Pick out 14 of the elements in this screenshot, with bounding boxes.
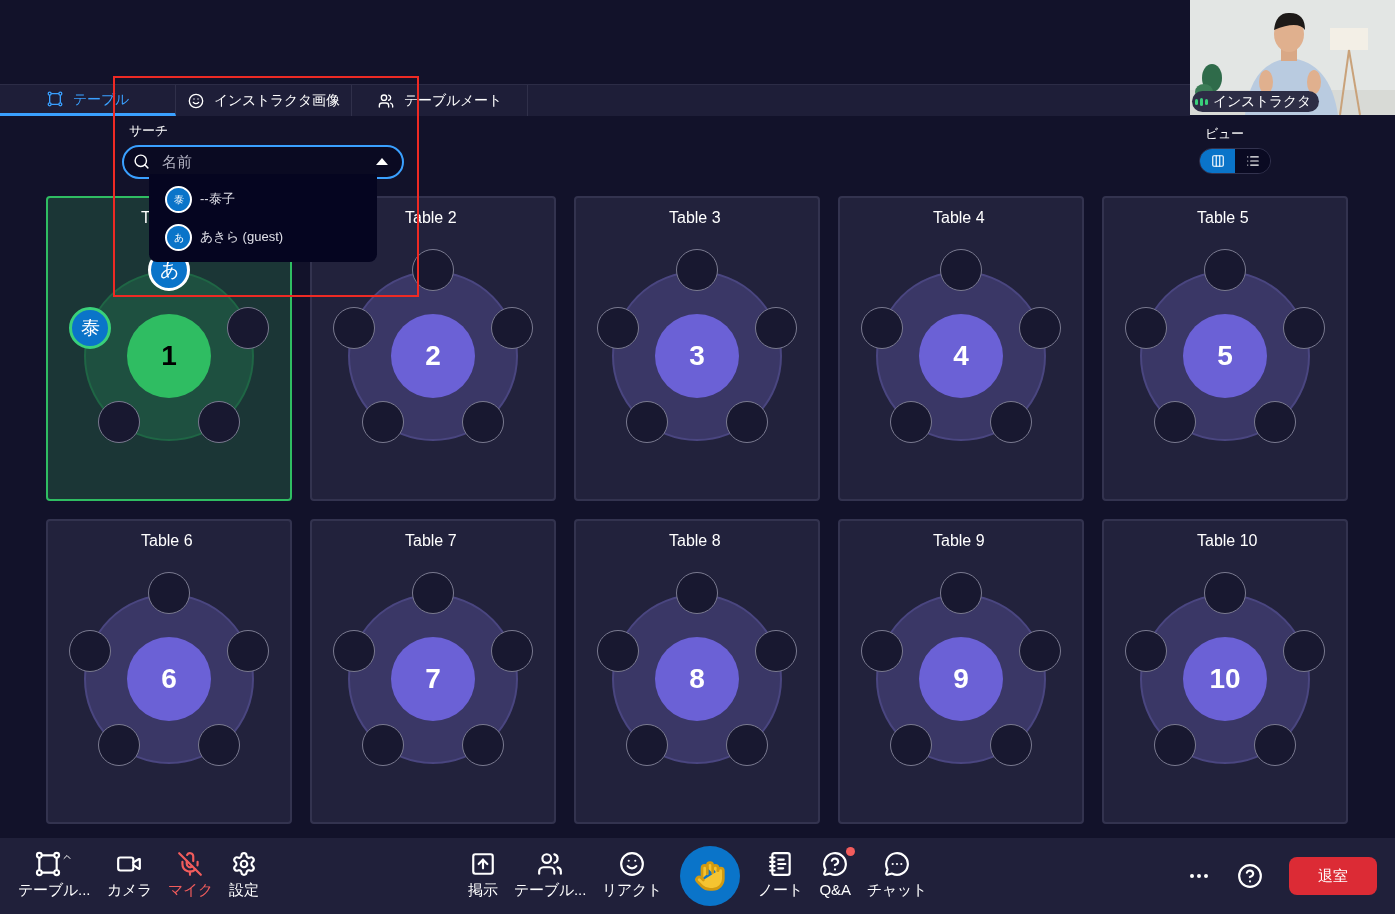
table-title: Table 3 (669, 209, 721, 226)
table-title: Table 4 (933, 209, 985, 226)
table-title: Table 8 (669, 532, 721, 549)
name-tag: インストラクタ (1192, 91, 1319, 112)
table-title: Table 5 (1197, 209, 1249, 226)
view-label: ビュー (1204, 125, 1245, 143)
user-avatar: 泰 (165, 185, 192, 213)
table-title: Table 10 (1197, 532, 1258, 549)
table-title: Table 6 (141, 532, 193, 549)
user-avatar: あ (165, 223, 192, 251)
table-title: Table 9 (933, 532, 985, 549)
search-label: サーチ (128, 122, 169, 140)
table-title: Table 7 (405, 532, 457, 549)
table-title: T (141, 209, 151, 226)
